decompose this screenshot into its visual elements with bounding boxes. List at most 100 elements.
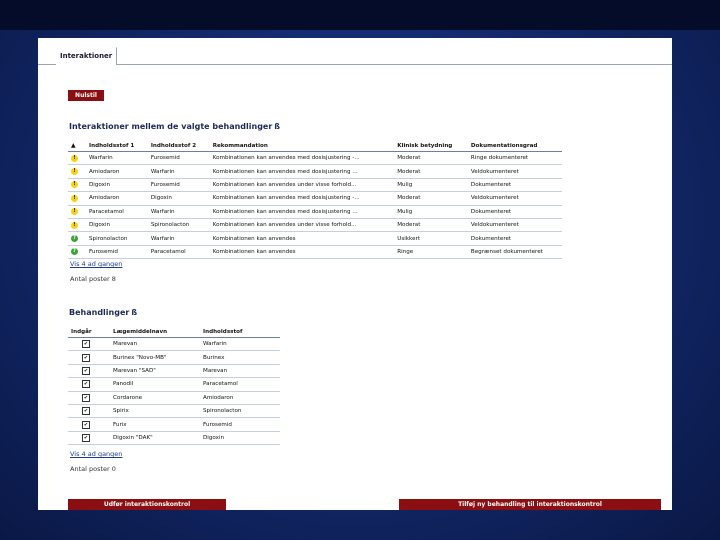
help-icon[interactable]: ß (131, 308, 137, 317)
table-row[interactable]: ✔ Marevan Warfarin (68, 337, 280, 352)
include-checkbox[interactable]: ✔ (82, 340, 90, 349)
table-row[interactable]: ! Digoxin Furosemid Kombinationen kan anven… (68, 178, 562, 193)
drug-name-cell: Marevan (110, 337, 200, 352)
table-row[interactable]: ✔ Spirix Spironolacton (68, 404, 280, 419)
include-cell: ✔ (68, 431, 110, 446)
tab-interaktioner[interactable]: Interaktioner (56, 47, 118, 65)
application-window: Interaktioner Nulstil Interaktioner mell… (38, 38, 672, 510)
warning-icon: ! (71, 154, 78, 162)
warning-icon: ! (71, 221, 78, 229)
show-4-link[interactable]: Vis 4 ad gangen (70, 450, 122, 458)
table-cell: Furosemid (86, 245, 148, 260)
table-row[interactable]: ✔ Cordarone Amiodaron (68, 391, 280, 405)
table-cell: Warfarin (147, 205, 210, 219)
table-row[interactable]: ! Paracetamol Warfarin Kombinationen kan an… (68, 205, 562, 219)
column-header[interactable]: Indholdsstof (200, 326, 280, 338)
run-interaction-check-button[interactable]: Udfør interaktionskontrol (68, 499, 226, 510)
interactions-title-text: Interaktioner mellem de valgte behandlin… (69, 122, 273, 131)
table-cell: Warfarin (86, 151, 148, 166)
severity-cell: ! (68, 218, 86, 233)
table-row[interactable]: ! Amiodaron Warfarin Kombinationen kan anve… (68, 164, 562, 179)
table-cell: Moderat (394, 164, 468, 179)
table-row[interactable]: ! Amiodaron Digoxin Kombinationen kan anven… (68, 191, 562, 206)
table-cell: Moderat (394, 218, 468, 233)
column-header[interactable]: Indgår (68, 326, 110, 338)
column-header[interactable]: Dokumentationsgrad (467, 140, 562, 152)
warning-icon: ! (71, 194, 78, 202)
severity-cell: ! (68, 178, 86, 193)
table-cell: Veldokumenteret (467, 218, 562, 233)
table-cell: Dokumenteret (467, 205, 562, 219)
include-checkbox[interactable]: ✔ (82, 420, 90, 429)
table-row[interactable]: ✔ Furix Furosemid (68, 417, 280, 432)
column-header[interactable]: Indholdsstof 2 (147, 140, 210, 152)
sort-arrow-icon[interactable]: ▲ (68, 140, 86, 152)
include-cell: ✔ (68, 417, 110, 432)
table-row[interactable]: ✔ Marevan "SAD" Marevan (68, 364, 280, 379)
column-header[interactable]: Klinisk betydning (394, 140, 468, 152)
substance-cell: Digoxin (200, 431, 280, 446)
drug-name-cell: Marevan "SAD" (110, 364, 200, 379)
substance-cell: Paracetamol (200, 377, 280, 392)
table-cell: Moderat (394, 191, 468, 206)
drug-name-cell: Burinex "Novo-MB" (110, 350, 200, 365)
include-checkbox[interactable]: ✔ (82, 366, 90, 375)
include-checkbox[interactable]: ✔ (82, 393, 90, 402)
reset-button[interactable]: Nulstil (68, 90, 104, 101)
table-cell: Amiodaron (86, 164, 148, 179)
minor-interaction-icon: ? (71, 235, 78, 243)
warning-icon: ! (71, 181, 78, 189)
substance-cell: Furosemid (200, 417, 280, 432)
interactions-count: Antal poster 8 (70, 275, 116, 283)
table-cell: Kombinationen kan anvendes med dosisjust… (209, 151, 395, 166)
severity-cell: ! (68, 191, 86, 206)
table-cell: Warfarin (147, 164, 210, 179)
table-row[interactable]: ✔ Burinex "Novo-MB" Burinex (68, 350, 280, 365)
severity-cell: ? (68, 231, 86, 246)
table-cell: Dokumenteret (467, 178, 562, 193)
drug-name-cell: Digoxin "DAK" (110, 431, 200, 446)
treatments-count: Antal poster 0 (70, 465, 116, 473)
drug-name-cell: Spirix (110, 404, 200, 419)
table-cell: Usikkert (394, 231, 468, 246)
column-header[interactable]: Indholdsstof 1 (86, 140, 148, 152)
show-4-link[interactable]: Vis 4 ad gangen (70, 260, 122, 268)
table-cell: Furosemid (147, 178, 210, 193)
table-cell: Kombinationen kan anvendes med dosisjust… (209, 191, 395, 206)
table-row[interactable]: ✔ Digoxin "DAK" Digoxin (68, 431, 280, 446)
substance-cell: Warfarin (200, 337, 280, 352)
table-row[interactable]: ✔ Panodil Paracetamol (68, 377, 280, 392)
table-cell: Dokumenteret (467, 231, 562, 246)
table-cell: Moderat (394, 151, 468, 166)
table-cell: Begrænset dokumenteret (467, 245, 562, 260)
help-icon[interactable]: ß (274, 122, 280, 131)
severity-cell: ! (68, 164, 86, 179)
table-cell: Digoxin (147, 191, 210, 206)
drug-name-cell: Panodil (110, 377, 200, 392)
table-cell: Warfarin (147, 231, 210, 246)
table-cell: Veldokumenteret (467, 164, 562, 179)
include-cell: ✔ (68, 377, 110, 392)
severity-cell: ! (68, 205, 86, 219)
include-checkbox[interactable]: ✔ (82, 433, 90, 442)
include-checkbox[interactable]: ✔ (82, 407, 90, 416)
severity-cell: ? (68, 245, 86, 260)
table-cell: Digoxin (86, 218, 148, 233)
interactions-table: ▲ Indholdsstof 1 Indholdsstof 2 Rekomman… (68, 140, 562, 260)
treatments-title: Behandlinger ß (69, 308, 137, 317)
table-row[interactable]: ? Furosemid Paracetamol Kombinationen kan a… (68, 245, 562, 260)
substance-cell: Spironolacton (200, 404, 280, 419)
include-checkbox[interactable]: ✔ (82, 353, 90, 362)
table-cell: Paracetamol (86, 205, 148, 219)
column-header[interactable]: Rekommandation (209, 140, 395, 152)
table-cell: Mulig (394, 178, 468, 193)
add-treatment-button[interactable]: Tilføj ny behandling til interaktionskon… (399, 499, 661, 510)
table-row[interactable]: ? Spironolacton Warfarin Kombinationen kan … (68, 231, 562, 246)
table-cell: Kombinationen kan anvendes med dosisjust… (209, 205, 395, 219)
table-row[interactable]: ! Digoxin Spironolacton Kombinationen kan a… (68, 218, 562, 233)
column-header[interactable]: Lægemiddelnavn (110, 326, 200, 338)
include-cell: ✔ (68, 404, 110, 419)
include-checkbox[interactable]: ✔ (82, 380, 90, 389)
substance-cell: Burinex (200, 350, 280, 365)
table-row[interactable]: ! Warfarin Furosemid Kombinationen kan anve… (68, 151, 562, 166)
